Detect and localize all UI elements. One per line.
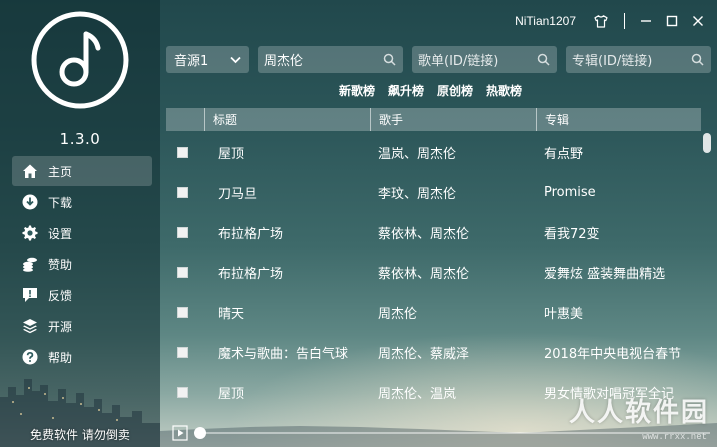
minimize-icon[interactable] bbox=[635, 10, 657, 32]
table-header: 标题 歌手 专辑 bbox=[166, 108, 701, 131]
song-artist: 周杰伦 bbox=[378, 306, 418, 322]
progress-track[interactable] bbox=[200, 432, 710, 434]
song-search-value: 周杰伦 bbox=[264, 54, 304, 69]
song-title: 刀马旦 bbox=[218, 186, 258, 202]
table-row[interactable]: 屋顶 温岚、周杰伦 有点野 bbox=[166, 132, 701, 172]
home-icon bbox=[23, 164, 37, 178]
play-icon[interactable] bbox=[172, 425, 188, 441]
playlist-input-placeholder: 歌单(ID/链接) bbox=[418, 54, 499, 69]
table-row[interactable]: 布拉格广场 蔡依林、周杰伦 看我72变 bbox=[166, 212, 701, 252]
sidebar-item-label: 开源 bbox=[48, 319, 73, 334]
layers-icon bbox=[23, 319, 37, 334]
song-artist: 周杰伦、温岚 bbox=[378, 386, 457, 402]
sidebar-item-home[interactable]: 主页 bbox=[12, 156, 152, 186]
gear-icon bbox=[22, 225, 38, 241]
search-icon[interactable] bbox=[383, 53, 396, 66]
maximize-icon[interactable] bbox=[661, 10, 683, 32]
album-input-placeholder: 专辑(ID/链接) bbox=[572, 54, 653, 69]
song-title: 屋顶 bbox=[218, 386, 245, 402]
tab-new-songs[interactable]: 新歌榜 bbox=[339, 82, 375, 99]
row-checkbox[interactable] bbox=[177, 346, 188, 358]
list-scrollbar[interactable] bbox=[703, 133, 711, 153]
song-title: 布拉格广场 bbox=[218, 226, 284, 242]
search-icon[interactable] bbox=[691, 53, 704, 66]
feedback-icon bbox=[23, 288, 37, 302]
progress-knob[interactable] bbox=[194, 427, 206, 439]
app-version: 1.3.0 bbox=[59, 130, 101, 148]
song-artist: 周杰伦、蔡威泽 bbox=[378, 346, 470, 362]
row-checkbox[interactable] bbox=[177, 306, 188, 318]
sidebar-item-sponsor[interactable]: 赞助 bbox=[12, 249, 152, 279]
row-checkbox[interactable] bbox=[177, 386, 188, 398]
row-checkbox[interactable] bbox=[177, 146, 188, 158]
song-title: 布拉格广场 bbox=[218, 266, 284, 282]
column-header-title[interactable]: 标题 bbox=[204, 108, 370, 131]
coins-icon bbox=[23, 257, 37, 272]
song-title: 魔术与歌曲：告白气球 bbox=[218, 346, 349, 362]
help-icon bbox=[22, 349, 38, 365]
chart-tabs: 新歌榜 飙升榜 原创榜 热歌榜 bbox=[339, 82, 535, 99]
download-icon bbox=[22, 194, 38, 210]
sidebar-item-label: 下载 bbox=[48, 195, 73, 210]
song-album: 叶惠美 bbox=[544, 306, 584, 322]
song-artist: 温岚、周杰伦 bbox=[378, 146, 457, 162]
sidebar-item-opensource[interactable]: 开源 bbox=[12, 311, 152, 341]
watermark-logo: 人人软件园 bbox=[568, 398, 709, 428]
sidebar-item-label: 帮助 bbox=[48, 350, 73, 365]
tab-rising[interactable]: 飙升榜 bbox=[388, 82, 424, 99]
table-row[interactable]: 晴天 周杰伦 叶惠美 bbox=[166, 292, 701, 332]
album-input[interactable]: 专辑(ID/链接) bbox=[566, 46, 711, 73]
playlist-input[interactable]: 歌单(ID/链接) bbox=[412, 46, 557, 73]
song-album: 看我72变 bbox=[544, 226, 600, 242]
sidebar-item-feedback[interactable]: 反馈 bbox=[12, 280, 152, 310]
song-search-input[interactable]: 周杰伦 bbox=[258, 46, 403, 73]
watermark-url: www.rrxx.net bbox=[642, 432, 707, 442]
song-album: 2018年中央电视台春节 bbox=[544, 346, 682, 362]
sidebar-item-label: 反馈 bbox=[48, 288, 73, 303]
sidebar-item-settings[interactable]: 设置 bbox=[12, 218, 152, 248]
tab-original[interactable]: 原创榜 bbox=[437, 82, 473, 99]
song-title: 晴天 bbox=[218, 306, 245, 322]
song-album: 有点野 bbox=[544, 146, 584, 162]
column-header-artist[interactable]: 歌手 bbox=[370, 108, 536, 131]
username[interactable]: NiTian1207 bbox=[515, 14, 576, 28]
row-checkbox[interactable] bbox=[177, 186, 188, 198]
song-album: Promise bbox=[544, 184, 596, 200]
column-header-album[interactable]: 专辑 bbox=[536, 108, 701, 131]
sidebar-item-label: 设置 bbox=[48, 226, 73, 241]
sidebar: 1.3.0 主页 下载 设置 赞助 反馈 开源 帮助 bbox=[0, 0, 160, 447]
row-checkbox[interactable] bbox=[177, 226, 188, 238]
table-row[interactable]: 布拉格广场 蔡依林、周杰伦 爱舞炫 盛装舞曲精选 bbox=[166, 252, 701, 292]
title-bar: NiTian1207 bbox=[515, 10, 717, 32]
titlebar-divider bbox=[624, 13, 625, 29]
song-title: 屋顶 bbox=[218, 146, 245, 162]
sidebar-item-label: 主页 bbox=[48, 164, 73, 179]
song-artist: 蔡依林、周杰伦 bbox=[378, 226, 470, 242]
song-artist: 蔡依林、周杰伦 bbox=[378, 266, 470, 282]
search-icon[interactable] bbox=[537, 53, 550, 66]
source-select[interactable]: 音源1 bbox=[166, 46, 249, 73]
song-album: 爱舞炫 盛装舞曲精选 bbox=[544, 266, 666, 282]
sidebar-item-label: 赞助 bbox=[48, 257, 73, 272]
app-logo-icon bbox=[31, 11, 129, 109]
row-checkbox[interactable] bbox=[177, 266, 188, 278]
select-all-column[interactable] bbox=[166, 108, 204, 131]
source-select-value: 音源1 bbox=[174, 54, 209, 69]
table-row[interactable]: 刀马旦 李玟、周杰伦 Promise bbox=[166, 172, 701, 212]
footer-note: 免费软件 请勿倒卖 bbox=[30, 428, 130, 442]
close-icon[interactable] bbox=[687, 10, 709, 32]
sidebar-item-help[interactable]: 帮助 bbox=[12, 342, 152, 372]
table-row[interactable]: 魔术与歌曲：告白气球 周杰伦、蔡威泽 2018年中央电视台春节 bbox=[166, 332, 701, 372]
tab-hot[interactable]: 热歌榜 bbox=[486, 82, 522, 99]
song-list: 屋顶 温岚、周杰伦 有点野 刀马旦 李玟、周杰伦 Promise 布拉格广场 蔡… bbox=[166, 132, 701, 412]
sidebar-item-download[interactable]: 下载 bbox=[12, 187, 152, 217]
sidebar-nav: 主页 下载 设置 赞助 反馈 开源 帮助 bbox=[12, 156, 152, 373]
song-artist: 李玟、周杰伦 bbox=[378, 186, 457, 202]
skin-icon[interactable] bbox=[590, 10, 612, 32]
chevron-down-icon bbox=[230, 56, 241, 64]
